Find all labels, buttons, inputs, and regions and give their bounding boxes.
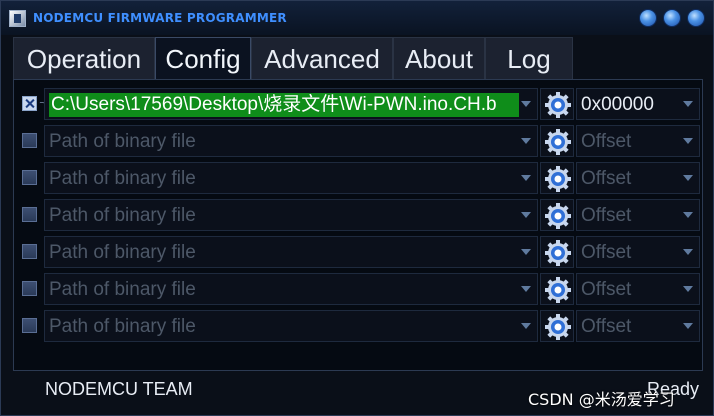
offset-value: 0x00000 [581,94,654,115]
tab-advanced[interactable]: Advanced [251,37,393,79]
offset-placeholder: Offset [581,279,632,300]
tab-config[interactable]: Config [155,37,251,79]
browse-gear-button[interactable] [540,162,574,194]
watermark-text: CSDN @米汤爱学习 [528,390,675,409]
path-placeholder: Path of binary file [49,168,196,189]
row-checkbox[interactable] [22,96,37,111]
binary-row: Path of binary file Offset [18,160,702,194]
browse-gear-button[interactable] [540,236,574,268]
row-checkbox[interactable] [22,170,37,185]
row-checkbox[interactable] [22,281,37,296]
chevron-down-icon[interactable] [521,286,531,292]
gear-icon [545,277,571,303]
offset-field[interactable]: Offset [576,273,700,305]
binary-row: Path of binary file Offset [18,271,702,305]
offset-field[interactable]: Offset [576,310,700,342]
tab-log[interactable]: Log [485,37,573,79]
row-checkbox[interactable] [22,318,37,333]
offset-field[interactable]: 0x00000 [576,88,700,120]
browse-gear-button[interactable] [540,199,574,231]
gear-icon [545,314,571,340]
binary-row: Path of binary file Offset [18,197,702,231]
maximize-button[interactable] [663,9,681,27]
gear-icon [545,92,571,118]
chevron-down-icon[interactable] [521,175,531,181]
path-value: C:\Users\17569\Desktop\烧录文件\Wi-PWN.ino.C… [49,93,519,117]
tab-operation[interactable]: Operation [13,37,155,79]
offset-placeholder: Offset [581,316,632,337]
path-field[interactable]: Path of binary file [44,162,538,194]
app-window: NODEMCU FIRMWARE PROGRAMMER Operation Co… [0,0,714,416]
close-button[interactable] [687,9,705,27]
browse-gear-button[interactable] [540,125,574,157]
path-field[interactable]: Path of binary file [44,273,538,305]
path-placeholder: Path of binary file [49,279,196,300]
tab-about[interactable]: About [393,37,485,79]
chevron-down-icon[interactable] [521,212,531,218]
offset-placeholder: Offset [581,205,632,226]
app-icon [9,10,26,27]
minimize-button[interactable] [639,9,657,27]
chevron-down-icon[interactable] [683,175,693,181]
row-checkbox[interactable] [22,244,37,259]
path-field[interactable]: C:\Users\17569\Desktop\烧录文件\Wi-PWN.ino.C… [44,88,538,120]
binary-row: Path of binary file Offset [18,123,702,157]
chevron-down-icon[interactable] [521,101,531,107]
chevron-down-icon[interactable] [683,249,693,255]
path-placeholder: Path of binary file [49,205,196,226]
offset-field[interactable]: Offset [576,199,700,231]
browse-gear-button[interactable] [540,273,574,305]
path-field[interactable]: Path of binary file [44,236,538,268]
path-field[interactable]: Path of binary file [44,199,538,231]
title-bar[interactable]: NODEMCU FIRMWARE PROGRAMMER [1,1,713,35]
offset-placeholder: Offset [581,168,632,189]
gear-icon [545,240,571,266]
gear-icon [545,166,571,192]
chevron-down-icon[interactable] [683,286,693,292]
tab-bar: Operation Config Advanced About Log [13,37,703,79]
config-panel: ~ C:\Users\17569\Desktop\烧录文件\Wi-PWN.ino… [13,79,703,371]
gear-icon [545,203,571,229]
browse-gear-button[interactable] [540,310,574,342]
offset-placeholder: Offset [581,131,632,152]
gear-icon [545,129,571,155]
binary-row: Path of binary file Offset [18,308,702,342]
browse-gear-button[interactable] [540,88,574,120]
path-placeholder: Path of binary file [49,242,196,263]
chevron-down-icon[interactable] [683,138,693,144]
path-field[interactable]: Path of binary file [44,125,538,157]
offset-field[interactable]: Offset [576,125,700,157]
row-checkbox[interactable] [22,207,37,222]
chevron-down-icon[interactable] [521,138,531,144]
chevron-down-icon[interactable] [683,212,693,218]
chevron-down-icon[interactable] [683,101,693,107]
offset-field[interactable]: Offset [576,236,700,268]
offset-placeholder: Offset [581,242,632,263]
team-label: NODEMCU TEAM [45,379,193,399]
row-checkbox[interactable] [22,133,37,148]
path-field[interactable]: Path of binary file [44,310,538,342]
window-title: NODEMCU FIRMWARE PROGRAMMER [33,11,287,25]
chevron-down-icon[interactable] [683,323,693,329]
chevron-down-icon[interactable] [521,323,531,329]
binary-row: ~ C:\Users\17569\Desktop\烧录文件\Wi-PWN.ino… [18,86,702,120]
binary-row: Path of binary file Offset [18,234,702,268]
chevron-down-icon[interactable] [521,249,531,255]
path-placeholder: Path of binary file [49,131,196,152]
path-placeholder: Path of binary file [49,316,196,337]
offset-field[interactable]: Offset [576,162,700,194]
